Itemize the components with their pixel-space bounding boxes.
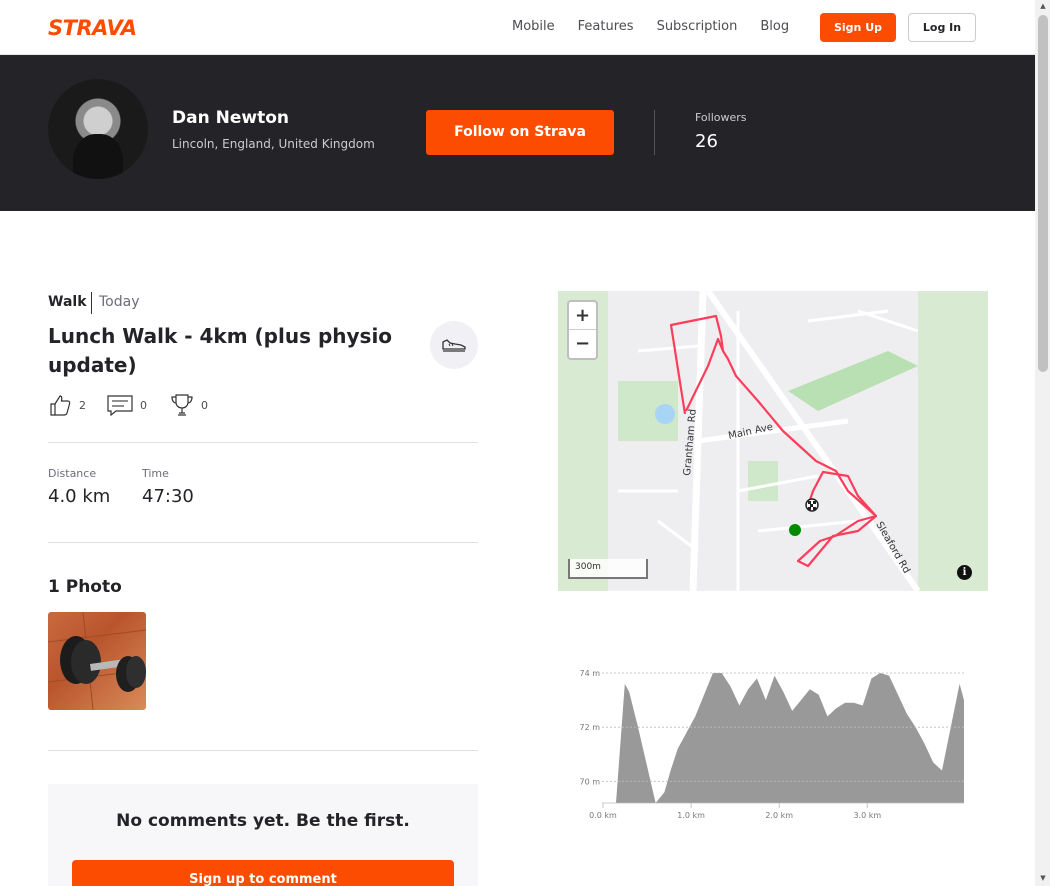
activity-date: Today [99, 294, 140, 310]
athlete-name[interactable]: Dan Newton [172, 108, 289, 128]
follow-button[interactable]: Follow on Strava [426, 110, 614, 155]
scroll-up-arrow[interactable]: ▲ [1038, 2, 1048, 12]
divider [48, 750, 478, 751]
thumbs-up-icon [50, 395, 71, 416]
elevation-area [616, 673, 964, 803]
activity-type: Walk [48, 294, 87, 310]
activity-title: Lunch Walk - 4km (plus physio update) [48, 324, 393, 377]
zoom-in-button[interactable]: + [569, 302, 596, 330]
comment-value: 0 [140, 398, 147, 412]
top-navigation: STRAVA Mobile Features Subscription Blog… [0, 0, 1035, 55]
map-canvas: Grantham Rd Main Ave Sleaford Rd [558, 291, 988, 591]
x-tick-label: 1.0 km [677, 811, 705, 820]
avatar[interactable] [48, 79, 148, 179]
y-tick-label: 72 m [579, 723, 600, 732]
scroll-down-arrow[interactable]: ▼ [1038, 874, 1048, 884]
trophy-icon [171, 394, 193, 416]
sign-up-to-comment-button[interactable]: Sign up to comment [72, 860, 454, 886]
kudos-value: 2 [79, 398, 86, 412]
achievements-value: 0 [201, 398, 208, 412]
activity-photo[interactable] [48, 612, 146, 710]
x-tick-label: 3.0 km [853, 811, 881, 820]
nav-link-mobile[interactable]: Mobile [512, 19, 555, 34]
photos-heading: 1 Photo [48, 577, 122, 597]
kudos-count[interactable]: 2 [48, 393, 86, 417]
sign-up-button[interactable]: Sign Up [820, 13, 896, 42]
log-in-button[interactable]: Log In [908, 13, 976, 42]
nav-links: Mobile Features Subscription Blog [512, 19, 812, 34]
followers-count: 26 [695, 131, 718, 152]
nav-link-subscription[interactable]: Subscription [657, 19, 738, 34]
type-date-divider [91, 292, 92, 314]
nav-link-blog[interactable]: Blog [760, 19, 789, 34]
start-marker [789, 524, 801, 536]
dumbbell-photo [48, 612, 146, 710]
zoom-control: + − [567, 300, 598, 360]
athlete-header: Dan Newton Lincoln, England, United King… [0, 55, 1035, 211]
time-label: Time [142, 467, 169, 480]
achievements-count[interactable]: 0 [170, 393, 208, 417]
info-icon[interactable]: i [957, 565, 972, 580]
header-divider [654, 110, 655, 155]
y-tick-label: 70 m [579, 777, 600, 786]
street-label-sleaford: Sleaford Rd [873, 520, 911, 576]
strava-logo[interactable]: STRAVA [48, 16, 137, 40]
map-scale: 300m [568, 559, 648, 579]
street-label-main-ave: Main Ave [727, 422, 774, 442]
comment-icon [107, 395, 133, 417]
comment-count[interactable]: 0 [107, 393, 147, 417]
distance-label: Distance [48, 467, 97, 480]
y-tick-label: 74 m [579, 669, 600, 678]
zoom-out-button[interactable]: − [569, 330, 596, 358]
scrollbar-thumb[interactable] [1038, 15, 1048, 372]
gear-shoe-button[interactable] [430, 321, 478, 369]
no-comments-text: No comments yet. Be the first. [116, 811, 410, 831]
x-tick-label: 0.0 km [589, 811, 617, 820]
followers-label: Followers [695, 111, 747, 124]
page: STRAVA Mobile Features Subscription Blog… [0, 0, 1050, 886]
route-map[interactable]: Grantham Rd Main Ave Sleaford Rd + − 300… [558, 291, 988, 591]
nav-link-features[interactable]: Features [578, 19, 634, 34]
comments-section: No comments yet. Be the first. Sign up t… [48, 784, 478, 886]
divider [48, 542, 478, 543]
x-tick-label: 2.0 km [765, 811, 793, 820]
shoe-icon [442, 339, 466, 352]
elevation-chart: 70 m 72 m 74 m 0.0 km 1.0 km 2.0 km 3.0 km [579, 669, 964, 820]
time-value: 47:30 [142, 486, 194, 507]
distance-value: 4.0 km [48, 486, 111, 507]
athlete-location: Lincoln, England, United Kingdom [172, 137, 375, 151]
divider [48, 442, 478, 443]
